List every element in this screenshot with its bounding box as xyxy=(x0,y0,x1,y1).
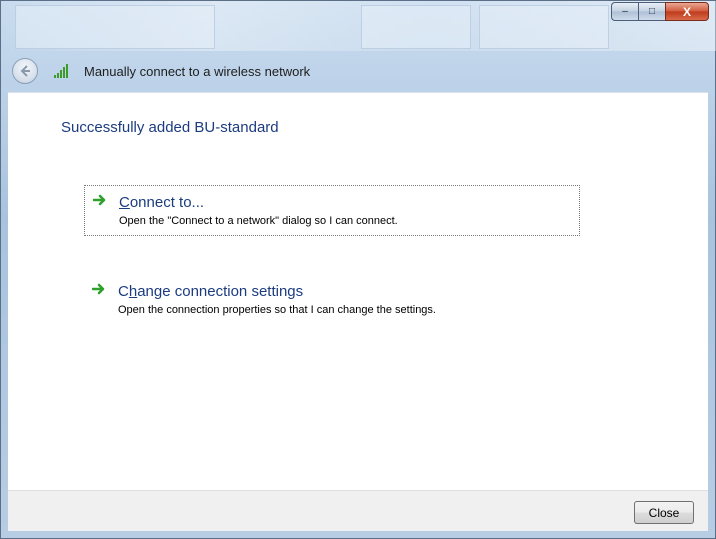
minimize-icon: – xyxy=(622,6,628,17)
connect-to-description: Open the "Connect to a network" dialog s… xyxy=(119,215,398,227)
change-settings-description: Open the connection properties so that I… xyxy=(118,304,436,316)
green-arrow-icon xyxy=(91,282,108,298)
background-window-ghost xyxy=(15,5,215,49)
close-icon: X xyxy=(682,4,691,19)
connect-to-title: Connect to... xyxy=(119,194,569,211)
change-settings-title-rest: ange connection settings xyxy=(137,283,304,300)
close-window-button[interactable]: X xyxy=(665,2,709,21)
caption-buttons: – □ X xyxy=(611,2,709,22)
background-window-ghost xyxy=(361,5,471,49)
back-button[interactable] xyxy=(12,58,38,84)
green-arrow-icon xyxy=(92,193,109,209)
minimize-button[interactable]: – xyxy=(611,2,638,21)
connect-to-access-key: C xyxy=(119,194,130,211)
maximize-icon: □ xyxy=(648,6,656,17)
change-settings-access-key: h xyxy=(128,283,138,300)
page-heading: Successfully added BU-standard xyxy=(61,119,279,136)
wizard-header: Manually connect to a wireless network xyxy=(8,52,708,90)
back-arrow-icon xyxy=(20,65,30,77)
close-button[interactable]: Close xyxy=(634,501,694,524)
background-window-ghost xyxy=(479,5,609,49)
wizard-footer: Close xyxy=(8,490,708,531)
connect-to-option[interactable]: Connect to... Open the "Connect to a net… xyxy=(84,185,580,236)
change-settings-title-first: C xyxy=(118,283,129,300)
maximize-button[interactable]: □ xyxy=(638,2,665,21)
change-settings-option[interactable]: Change connection settings Open the conn… xyxy=(84,275,580,324)
connect-to-title-rest: onnect to... xyxy=(129,194,205,211)
wizard-content: Successfully added BU-standard Connect t… xyxy=(8,92,708,490)
header-title: Manually connect to a wireless network xyxy=(84,63,311,79)
change-settings-title: Change connection settings xyxy=(118,283,570,300)
wireless-signal-icon xyxy=(54,64,70,78)
